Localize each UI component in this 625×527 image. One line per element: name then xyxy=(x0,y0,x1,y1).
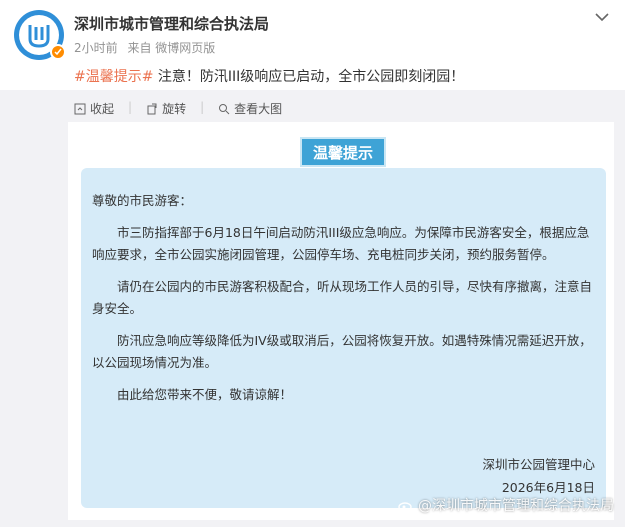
notice-paragraph: 市三防指挥部于6月18日午间启动防汛III级应急响应。为保障市民游客安全，根据应… xyxy=(92,225,590,262)
collapse-button[interactable]: 收起 xyxy=(74,100,114,117)
notice-paragraph: 请仍在公园内的市民游客积极配合，听从现场工作人员的引导，尽快有序撤离，注意自身安… xyxy=(92,279,593,316)
notice-paragraph: 由此给您带来不便，敬请谅解！ xyxy=(117,387,293,402)
notice-signature: 深圳市公园管理中心 2026年6月18日 xyxy=(482,453,595,499)
zoom-icon xyxy=(219,103,230,114)
hashtag-link[interactable]: #温馨提示# xyxy=(74,69,153,85)
watermark-text: @深圳市城市管理和综合执法局 xyxy=(418,498,614,514)
rotate-label: 旋转 xyxy=(162,102,187,116)
collapse-label: 收起 xyxy=(90,102,115,116)
rotate-button[interactable]: 旋转 xyxy=(146,100,186,117)
view-large-button[interactable]: 查看大图 xyxy=(218,100,282,117)
post-time[interactable]: 2小时前 xyxy=(74,41,118,55)
notice-greeting: 尊敬的市民游客： xyxy=(92,193,193,208)
notice-title: 温馨提示 xyxy=(300,137,386,167)
post-header: 深圳市城市管理和综合执法局 2小时前 来自 微博网页版 xyxy=(0,0,625,64)
collapse-icon xyxy=(74,103,86,114)
post-meta: 2小时前 来自 微博网页版 xyxy=(74,39,221,56)
weibo-logo-icon xyxy=(398,502,412,512)
post-source: 来自 微博网页版 xyxy=(127,41,216,55)
view-large-label: 查看大图 xyxy=(234,102,283,116)
rotate-icon xyxy=(147,103,157,114)
notice-paragraph: 防汛应急响应等级降低为IV级或取消后，公园将恢复开放。如遇特殊情况需延迟开放，以… xyxy=(92,333,592,370)
post-text: #温馨提示# 注意！防汛III级响应已启动，全市公园即刻闭园！ xyxy=(74,66,464,86)
chevron-down-icon[interactable] xyxy=(593,10,611,24)
verified-badge-icon xyxy=(50,44,66,60)
city-logo-icon xyxy=(28,25,50,48)
account-name[interactable]: 深圳市城市管理和综合执法局 xyxy=(74,13,269,34)
weibo-watermark: @深圳市城市管理和综合执法局 xyxy=(398,495,614,515)
image-actions: 收起 | 旋转 | 查看大图 xyxy=(74,100,282,117)
notice-body: 尊敬的市民游客： 市三防指挥部于6月18日午间启动防汛III级应急响应。为保障市… xyxy=(92,190,598,416)
post-body: 注意！防汛III级响应已启动，全市公园即刻闭园！ xyxy=(153,69,465,85)
notice-signer: 深圳市公园管理中心 xyxy=(482,457,595,472)
